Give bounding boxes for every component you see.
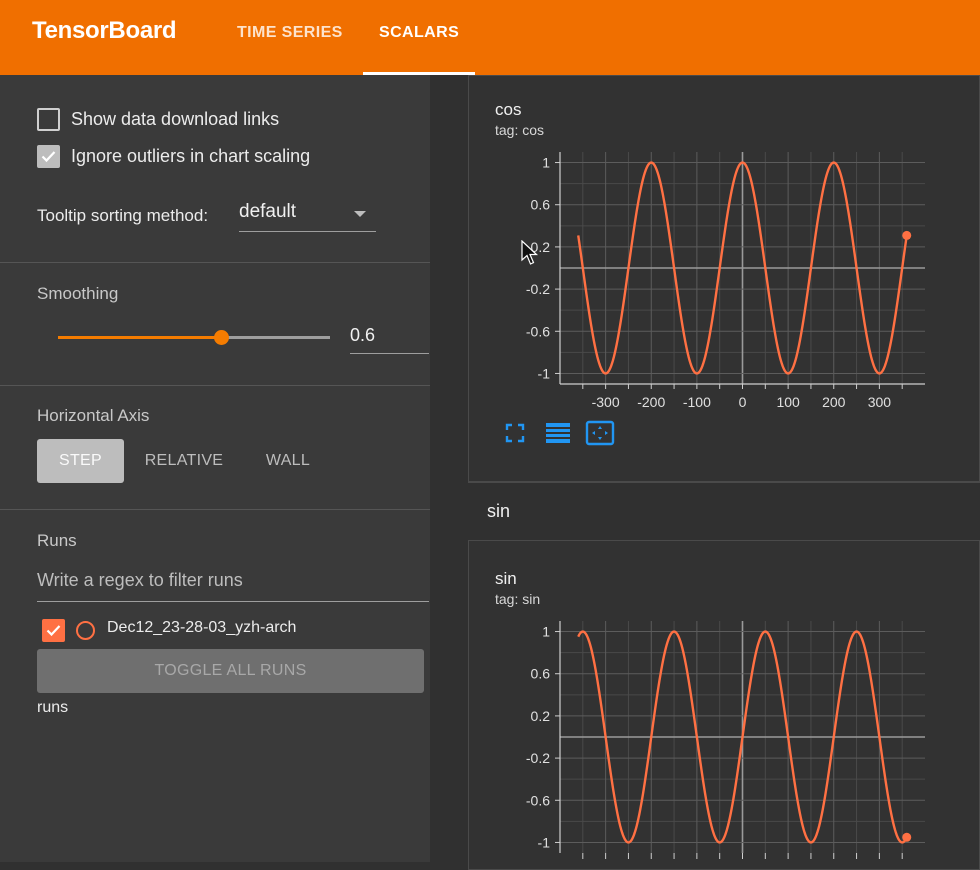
toggle-all-runs-button[interactable]: TOGGLE ALL RUNS [37,649,424,693]
data-table-icon[interactable] [545,421,571,450]
series-last-point [902,832,912,842]
mouse-cursor-icon [521,239,539,271]
tab-scalars[interactable]: SCALARS [379,24,459,42]
runs-footer-text: runs [37,699,69,716]
tooltip-sorting-select[interactable]: default [239,199,376,232]
section-divider [0,509,430,510]
section-divider [0,262,430,263]
group-title: sin [487,501,511,521]
chevron-down-icon [354,211,366,217]
x-tick-label: -200 [637,394,665,410]
smoothing-input[interactable]: 0.6 [350,320,429,354]
y-tick-label: -0.6 [526,792,550,808]
y-tick-label: -0.6 [526,323,550,339]
x-tick-label: 300 [868,394,892,410]
sin-group-header[interactable]: sin [468,482,980,540]
run-name: Dec12_23-28-03_yzh-arch [107,619,297,636]
app-title: TensorBoard [32,17,177,44]
axis-step-button[interactable]: STEP [37,439,124,483]
top-app-bar: TensorBoard TIME SERIES SCALARS [0,0,980,75]
runs-title: Runs [37,531,77,550]
ignore-outliers-label: Ignore outliers in chart scaling [71,146,311,166]
sin-chart[interactable]: 1 0.6 0.2 -0.2 -0.6 -1 [490,609,940,862]
y-tick-label: 0.6 [531,197,551,213]
y-tick-label: 1 [542,155,550,171]
y-tick-label: -0.2 [526,281,550,297]
cos-chart[interactable]: 10.60.2-0.2-0.6-1-300 -200 -100 0 100 200 300 [490,140,940,415]
x-tick-label: 0 [739,394,747,410]
sidebar-splitter[interactable] [430,75,468,862]
show-download-links-label: Show data download links [71,109,280,129]
smoothing-title: Smoothing [37,284,119,303]
series-last-point [902,230,912,240]
ignore-outliers-checkbox[interactable] [37,145,60,168]
x-tick-label: -300 [592,394,620,410]
card-title: cos [495,100,522,119]
check-icon [46,625,61,637]
run-checkbox[interactable] [42,619,65,642]
y-tick-label: -1 [538,834,551,850]
run-filter-input[interactable]: Write a regex to filter runs [37,570,429,602]
x-tick-label: -100 [683,394,711,410]
y-tick-label: 1 [542,624,550,640]
fullscreen-icon[interactable] [503,421,527,450]
run-color-swatch[interactable] [76,621,95,640]
horizontal-axis-title: Horizontal Axis [37,406,150,425]
tooltip-sorting-label: Tooltip sorting method: [37,206,209,225]
axis-relative-button[interactable]: RELATIVE [138,439,230,483]
check-icon [41,151,56,163]
tab-time-series[interactable]: TIME SERIES [237,24,343,42]
card-tag: tag: sin [495,591,541,607]
y-tick-label: 0.2 [531,708,551,724]
y-tick-label: -1 [538,365,551,381]
axis-wall-button[interactable]: WALL [255,439,321,483]
card-tag: tag: cos [495,122,545,138]
show-download-links-checkbox[interactable] [37,108,60,131]
x-tick-label: 100 [776,394,800,410]
y-tick-label: -0.2 [526,750,550,766]
y-tick-label: 0.6 [531,666,551,682]
fit-domain-icon[interactable] [585,420,615,451]
card-title: sin [495,569,517,588]
tooltip-sorting-value: default [239,201,297,222]
smoothing-slider[interactable] [58,330,330,345]
smoothing-slider-fill [58,336,222,339]
x-tick-label: 200 [822,394,846,410]
section-divider [0,385,430,386]
